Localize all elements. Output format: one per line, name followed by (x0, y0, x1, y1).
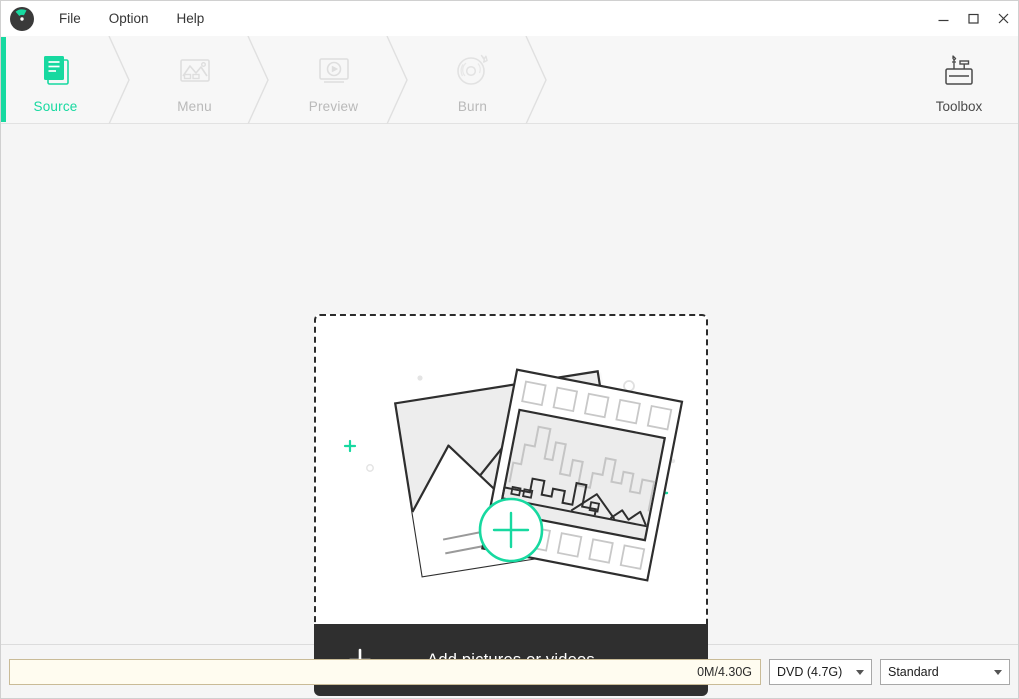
tab-source-label: Source (33, 99, 78, 114)
plus-circle-icon (478, 497, 544, 563)
step-separator-2 (244, 36, 284, 124)
maximize-button[interactable] (958, 1, 988, 36)
tab-menu[interactable]: Menu (145, 36, 244, 123)
decor-dot (366, 464, 374, 472)
step-list: Source Menu Preview Burn (6, 36, 562, 124)
tab-source[interactable]: Source (6, 36, 105, 123)
tab-preview-label: Preview (308, 99, 359, 114)
disc-capacity-meter[interactable]: 0M/4.30G (9, 658, 761, 685)
drop-zone[interactable] (314, 314, 708, 624)
disc-flame-icon (454, 49, 492, 91)
chevron-down-icon (994, 669, 1002, 675)
close-icon (998, 13, 1008, 24)
toolbox-label: Toolbox (935, 99, 983, 114)
decor-plus (343, 439, 357, 453)
window-controls (928, 1, 1018, 36)
menu-bar: File Option Help (45, 1, 218, 36)
capacity-label: 0M/4.30G (697, 664, 752, 679)
application-window: File Option Help Source Menu Preview Bur… (0, 0, 1019, 699)
step-separator-4 (522, 36, 562, 124)
add-media-card: Add pictures or videos (314, 314, 708, 696)
tab-preview[interactable]: Preview (284, 36, 383, 123)
maximize-icon (967, 13, 979, 24)
tab-burn[interactable]: Burn (423, 36, 522, 123)
toolbox-button[interactable]: Toolbox (914, 36, 1004, 123)
tab-menu-label: Menu (177, 99, 212, 114)
menu-help[interactable]: Help (163, 1, 219, 36)
picture-icon (176, 49, 214, 91)
quality-value: Standard (888, 664, 939, 679)
menu-file[interactable]: File (45, 1, 95, 36)
tab-burn-label: Burn (457, 99, 488, 114)
toolbox-icon (938, 49, 980, 91)
close-button[interactable] (988, 1, 1018, 36)
main-content-area: Add pictures or videos (1, 124, 1018, 696)
decor-dot (623, 380, 635, 392)
minimize-button[interactable] (928, 1, 958, 36)
title-bar: File Option Help (1, 1, 1018, 36)
disc-logo-icon (9, 6, 35, 32)
step-separator-3 (383, 36, 423, 124)
monitor-play-icon (315, 49, 353, 91)
photo-and-filmstrip-illustration (343, 368, 684, 582)
document-stack-icon (37, 49, 75, 91)
menu-option[interactable]: Option (95, 1, 163, 36)
quality-select[interactable]: Standard (880, 658, 1010, 685)
chevron-down-icon (856, 669, 864, 675)
decor-dot (417, 375, 423, 381)
step-separator-1 (105, 36, 145, 124)
minimize-icon (938, 19, 948, 22)
disc-type-select[interactable]: DVD (4.7G) (769, 658, 872, 685)
disc-type-value: DVD (4.7G) (777, 664, 843, 679)
step-tab-bar: Source Menu Preview Burn Toolbox (1, 36, 1018, 124)
